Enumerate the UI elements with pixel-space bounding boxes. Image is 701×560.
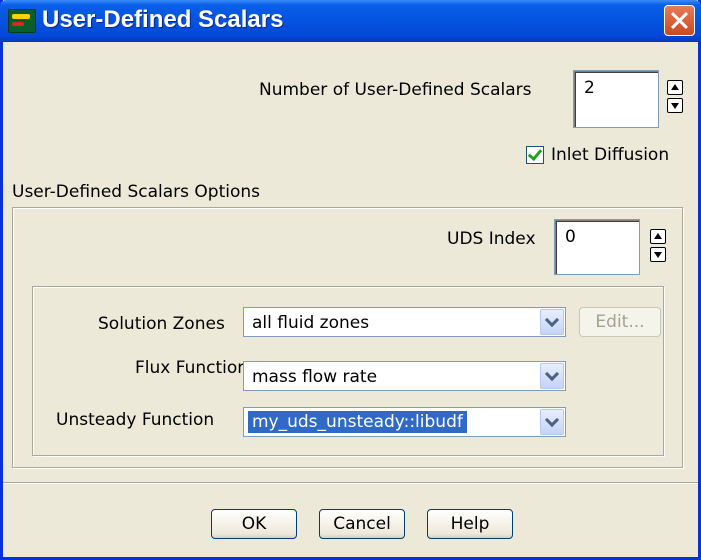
- uds-index-spinner[interactable]: [650, 229, 668, 265]
- close-button[interactable]: [664, 5, 695, 36]
- number-of-scalars-label: Number of User-Defined Scalars: [259, 80, 532, 100]
- uds-index-label: UDS Index: [447, 229, 536, 249]
- dialog-window: User-Defined Scalars Number of User-Defi…: [0, 0, 701, 560]
- solution-zones-value: all fluid zones: [252, 313, 370, 333]
- help-button[interactable]: Help: [427, 509, 513, 539]
- spin-up-icon[interactable]: [667, 80, 683, 95]
- unsteady-function-dropdown[interactable]: my_uds_unsteady::libudf: [243, 407, 566, 437]
- cancel-button[interactable]: Cancel: [319, 509, 405, 539]
- spin-down-icon[interactable]: [650, 247, 666, 262]
- footer-divider: [3, 482, 698, 484]
- number-of-scalars-spinner[interactable]: [667, 80, 685, 116]
- solution-zones-dropdown[interactable]: all fluid zones: [243, 307, 566, 337]
- flux-function-dropdown[interactable]: mass flow rate: [243, 361, 566, 391]
- flux-function-value: mass flow rate: [252, 367, 378, 387]
- unsteady-function-label: Unsteady Function: [56, 410, 215, 430]
- chevron-down-icon[interactable]: [540, 409, 564, 435]
- edit-button[interactable]: Edit...: [579, 307, 661, 337]
- title-bar[interactable]: User-Defined Scalars: [0, 0, 701, 42]
- inlet-diffusion-checkbox[interactable]: [526, 146, 544, 164]
- uds-index-input[interactable]: 0: [554, 219, 640, 275]
- spin-down-icon[interactable]: [667, 98, 683, 113]
- flux-function-label: Flux Function: [135, 358, 249, 378]
- inlet-diffusion-label: Inlet Diffusion: [551, 145, 670, 165]
- app-icon: [8, 9, 36, 33]
- solution-zones-label: Solution Zones: [98, 314, 225, 334]
- unsteady-function-value: my_uds_unsteady::libudf: [248, 411, 467, 433]
- chevron-down-icon[interactable]: [540, 363, 564, 389]
- spin-up-icon[interactable]: [650, 229, 666, 244]
- chevron-down-icon[interactable]: [540, 309, 564, 335]
- window-title: User-Defined Scalars: [42, 6, 284, 33]
- options-group-label: User-Defined Scalars Options: [12, 182, 261, 202]
- number-of-scalars-input[interactable]: 2: [573, 70, 659, 128]
- ok-button[interactable]: OK: [211, 509, 297, 539]
